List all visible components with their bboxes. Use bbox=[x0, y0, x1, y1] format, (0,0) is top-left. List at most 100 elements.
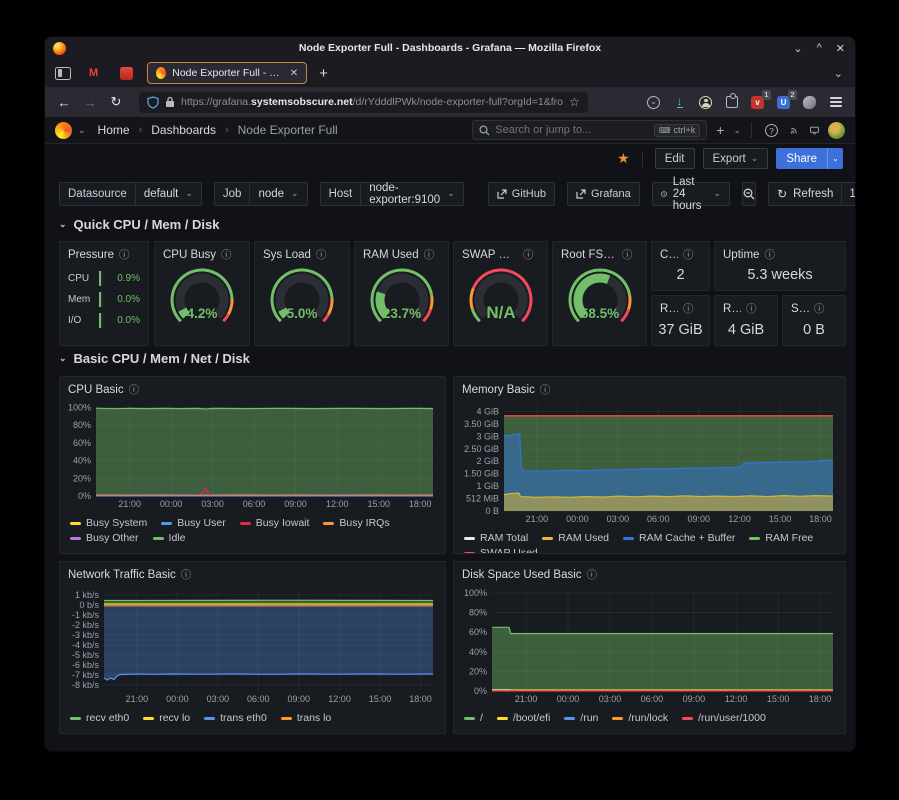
chevron-down-icon[interactable]: ⌄ bbox=[733, 125, 741, 136]
info-icon[interactable]: ⓘ bbox=[683, 301, 694, 316]
legend-item[interactable]: Busy IRQs bbox=[323, 517, 389, 529]
chevron-down-icon[interactable]: ⌄ bbox=[78, 125, 86, 136]
new-tab-button[interactable]: + bbox=[313, 65, 334, 82]
reload-button[interactable]: ↻ bbox=[105, 94, 127, 110]
legend-item[interactable]: Busy Iowait bbox=[240, 517, 310, 529]
panel-title[interactable]: Uptime bbox=[723, 249, 759, 261]
panel-title[interactable]: Memory Basic bbox=[462, 384, 535, 396]
maximize-icon[interactable]: ^ bbox=[817, 42, 822, 54]
info-icon[interactable]: ⓘ bbox=[814, 301, 825, 316]
panel-title[interactable]: SWAP Total bbox=[791, 303, 809, 315]
extension-paw-icon[interactable] bbox=[803, 96, 816, 109]
panel-title[interactable]: Root FS Used bbox=[561, 249, 617, 261]
search-input[interactable] bbox=[495, 124, 649, 136]
share-button[interactable]: Share bbox=[776, 148, 827, 169]
info-icon[interactable]: ⓘ bbox=[316, 247, 327, 262]
info-icon[interactable]: ⓘ bbox=[221, 247, 232, 262]
variable-host[interactable]: Host node-exporter:9100⌄ bbox=[320, 182, 464, 206]
legend-item[interactable]: RAM Used bbox=[542, 532, 609, 544]
grafana-link-button[interactable]: Grafana bbox=[567, 182, 640, 206]
panel-title[interactable]: Disk Space Used Basic bbox=[462, 569, 582, 581]
bookmark-star-icon[interactable]: ☆ bbox=[569, 95, 580, 109]
legend-item[interactable]: / bbox=[464, 712, 483, 724]
legend-item[interactable]: recv lo bbox=[143, 712, 190, 724]
user-avatar[interactable] bbox=[828, 122, 845, 139]
info-icon[interactable]: ⓘ bbox=[523, 247, 534, 262]
info-icon[interactable]: ⓘ bbox=[181, 567, 192, 582]
add-icon[interactable]: + bbox=[713, 122, 727, 138]
pinned-tab-red-icon[interactable] bbox=[120, 67, 133, 80]
extensions-icon[interactable] bbox=[726, 96, 738, 108]
tracking-shield-icon[interactable] bbox=[147, 96, 159, 109]
section-quick[interactable]: ⌄ Quick CPU / Mem / Disk bbox=[59, 217, 219, 232]
share-menu-chevron[interactable]: ⌄ bbox=[827, 148, 843, 169]
info-icon[interactable]: ⓘ bbox=[746, 301, 757, 316]
legend-item[interactable]: Busy System bbox=[70, 517, 147, 529]
legend-item[interactable]: RAM Cache + Buffer bbox=[623, 532, 735, 544]
legend-item[interactable]: /run bbox=[564, 712, 598, 724]
panel-title[interactable]: SWAP Used bbox=[462, 249, 518, 261]
breadcrumb-dashboards[interactable]: Dashboards bbox=[151, 123, 216, 137]
legend-item[interactable]: /boot/efi bbox=[497, 712, 550, 724]
panel-title[interactable]: RAM Total bbox=[723, 303, 741, 315]
screen-icon[interactable] bbox=[807, 124, 822, 137]
url-bar[interactable]: https://grafana.systemsobscure.net/d/rYd… bbox=[139, 92, 588, 113]
refresh-button[interactable]: ↻Refresh bbox=[769, 183, 842, 205]
panel-title[interactable]: Pressure bbox=[68, 249, 114, 261]
info-icon[interactable]: ⓘ bbox=[129, 382, 140, 397]
favorite-star-icon[interactable]: ★ bbox=[617, 150, 630, 167]
panel-title[interactable]: CPU Basic bbox=[68, 384, 124, 396]
info-icon[interactable]: ⓘ bbox=[587, 567, 598, 582]
panel-title[interactable]: RAM Used bbox=[363, 249, 419, 261]
sidebar-toggle-icon[interactable] bbox=[55, 67, 71, 80]
export-button[interactable]: Export⌄ bbox=[703, 148, 769, 169]
account-icon[interactable] bbox=[699, 96, 712, 109]
legend-item[interactable]: SWAP Used bbox=[464, 547, 538, 554]
legend-item[interactable]: /run/user/1000 bbox=[682, 712, 766, 724]
breadcrumb-home[interactable]: Home bbox=[98, 123, 130, 137]
legend-item[interactable]: RAM Total bbox=[464, 532, 528, 544]
time-range-picker[interactable]: Last 24 hours⌄ bbox=[652, 182, 730, 206]
pinned-tab-gmail-icon[interactable]: M bbox=[81, 67, 106, 79]
panel-title[interactable]: RootFS Total bbox=[660, 303, 678, 315]
variable-datasource[interactable]: Datasource default⌄ bbox=[59, 182, 202, 206]
tab-close-icon[interactable]: ✕ bbox=[290, 68, 298, 79]
panel-title[interactable]: Sys Load bbox=[263, 249, 311, 261]
legend-item[interactable]: recv eth0 bbox=[70, 712, 129, 724]
tab-list-chevron-icon[interactable]: ⌄ bbox=[834, 67, 849, 80]
section-basic[interactable]: ⌄ Basic CPU / Mem / Net / Disk bbox=[59, 351, 250, 366]
info-icon[interactable]: ⓘ bbox=[622, 247, 633, 262]
legend-item[interactable]: Idle bbox=[153, 532, 186, 544]
panel-title[interactable]: Network Traffic Basic bbox=[68, 569, 176, 581]
legend-item[interactable]: Busy User bbox=[161, 517, 225, 529]
info-icon[interactable]: ⓘ bbox=[119, 247, 130, 262]
legend-item[interactable]: trans eth0 bbox=[204, 712, 267, 724]
legend-item[interactable]: RAM Free bbox=[749, 532, 813, 544]
pocket-icon[interactable]: ⌄ bbox=[647, 96, 660, 109]
panel-title[interactable]: CPU Cores bbox=[660, 249, 678, 261]
legend-item[interactable]: /run/lock bbox=[612, 712, 668, 724]
zoom-out-button[interactable] bbox=[742, 182, 756, 206]
refresh-interval-select[interactable]: 1m⌄ bbox=[842, 188, 856, 200]
legend-item[interactable]: Busy Other bbox=[70, 532, 139, 544]
info-icon[interactable]: ⓘ bbox=[683, 247, 694, 262]
info-icon[interactable]: ⓘ bbox=[424, 247, 435, 262]
downloads-icon[interactable]: ↓ bbox=[677, 96, 683, 108]
forward-button[interactable]: → bbox=[79, 95, 101, 110]
legend-item[interactable]: trans lo bbox=[281, 712, 331, 724]
search-box[interactable]: ⌨ctrl+k bbox=[472, 120, 707, 140]
close-icon[interactable]: ✕ bbox=[836, 42, 845, 55]
help-icon[interactable]: ? bbox=[762, 123, 781, 137]
info-icon[interactable]: ⓘ bbox=[764, 247, 775, 262]
menu-icon[interactable] bbox=[830, 97, 842, 107]
active-tab[interactable]: Node Exporter Full - Dashbo ✕ bbox=[147, 62, 307, 84]
panel-title[interactable]: CPU Busy bbox=[163, 249, 216, 261]
back-button[interactable]: ← bbox=[53, 95, 75, 110]
news-icon[interactable] bbox=[787, 124, 801, 137]
edit-button[interactable]: Edit bbox=[655, 148, 695, 169]
github-link-button[interactable]: GitHub bbox=[488, 182, 555, 206]
minimize-icon[interactable]: ⌄ bbox=[793, 42, 802, 55]
grafana-logo[interactable] bbox=[55, 122, 72, 139]
info-icon[interactable]: ⓘ bbox=[540, 382, 551, 397]
variable-job[interactable]: Job node⌄ bbox=[214, 182, 308, 206]
